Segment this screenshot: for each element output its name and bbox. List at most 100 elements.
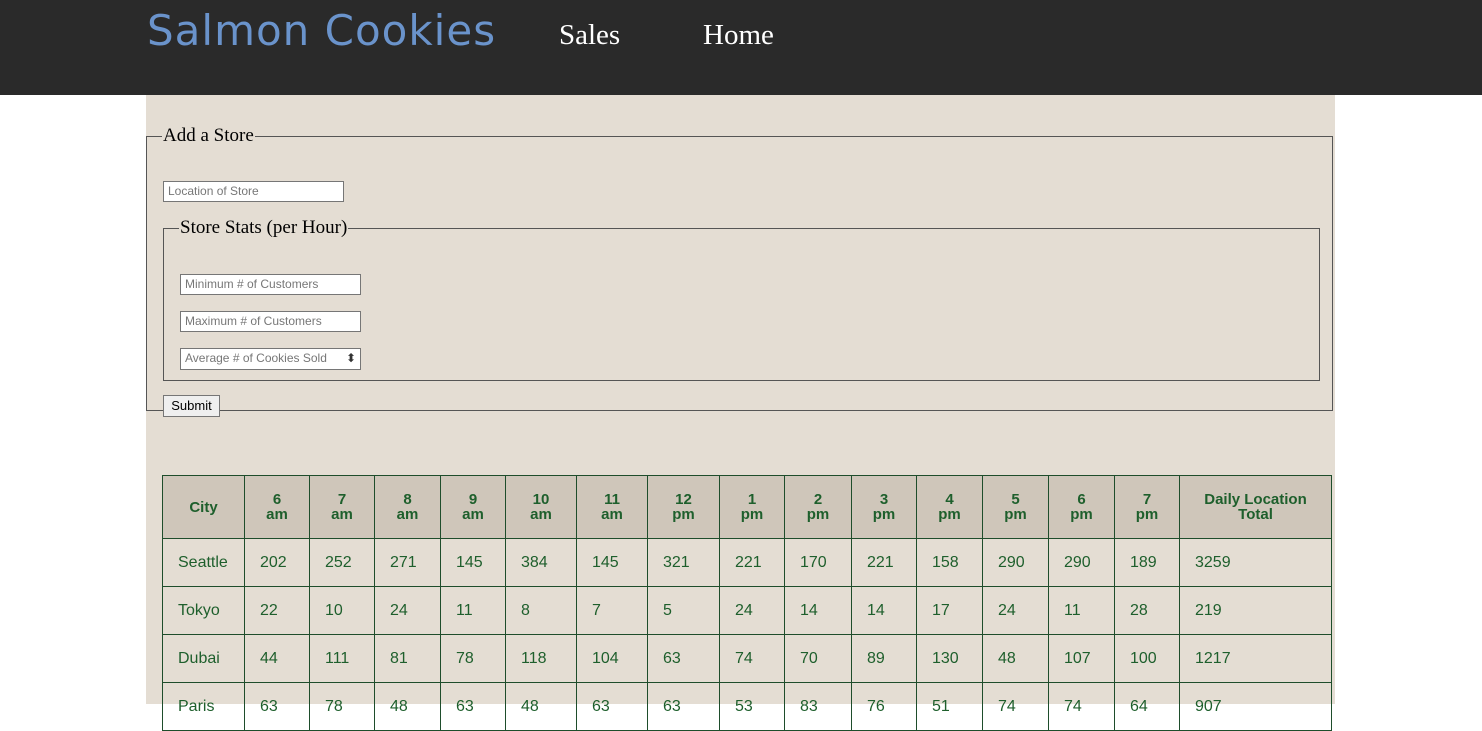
- sales-cell: 63: [647, 682, 720, 731]
- column-header-text: pm: [672, 506, 695, 523]
- sales-cell: 48: [982, 634, 1049, 683]
- sales-cell: 290: [982, 538, 1049, 587]
- column-header: 8 am: [374, 475, 441, 539]
- sales-cell: 145: [576, 538, 648, 587]
- sales-cell: 252: [309, 538, 375, 587]
- sales-cell: 48: [505, 682, 577, 731]
- location-input[interactable]: Location of Store: [163, 181, 344, 202]
- city-cell: Dubai: [162, 634, 245, 683]
- sales-cell: 14: [851, 586, 917, 635]
- sales-cell: 63: [244, 682, 310, 731]
- sales-cell: 74: [719, 634, 785, 683]
- avg-cookies-placeholder: Average # of Cookies Sold: [185, 351, 327, 365]
- sales-cell: 384: [505, 538, 577, 587]
- spinner-icon[interactable]: ⬍: [346, 351, 356, 366]
- table-header-row: City 6 am 7 am 8 am 9 am 10 am 11 am 12 pm 1 pm 2 pm 3 pm 4 pm…: [162, 475, 1332, 539]
- column-header-text: pm: [806, 506, 830, 523]
- main-content: Add a Store Location of Store Store Stat…: [146, 95, 1335, 731]
- sales-cell: 221: [719, 538, 785, 587]
- column-header: 7 am: [309, 475, 375, 539]
- column-header: 11 am: [576, 475, 648, 539]
- sales-cell: 3259: [1179, 538, 1332, 587]
- sales-cell: 76: [851, 682, 917, 731]
- sales-cell: 24: [719, 586, 785, 635]
- column-header-text: Total: [1238, 506, 1273, 523]
- min-customers-input[interactable]: Minimum # of Customers: [180, 274, 361, 295]
- column-header-text: am: [396, 506, 419, 523]
- column-header-text: pm: [938, 506, 961, 523]
- column-header-text: pm: [1135, 506, 1159, 523]
- store-stats-fieldset: Store Stats (per Hour) Minimum # of Cust…: [163, 217, 1320, 381]
- sales-cell: 63: [576, 682, 648, 731]
- sales-cell: 48: [374, 682, 441, 731]
- add-store-fieldset: Add a Store Location of Store Store Stat…: [146, 125, 1333, 417]
- column-header: 6 pm: [1048, 475, 1115, 539]
- sales-cell: 64: [1114, 682, 1180, 731]
- sales-cell: 290: [1048, 538, 1115, 587]
- column-header: 6 am: [244, 475, 310, 539]
- table-row: Paris 63 78 48 63 48 63 63 53 83 76 51 74 74 64 907: [162, 682, 1332, 731]
- sales-cell: 100: [1114, 634, 1180, 683]
- sales-cell: 11: [440, 586, 506, 635]
- sales-cell: 17: [916, 586, 983, 635]
- sales-cell: 89: [851, 634, 917, 683]
- sales-cell: 44: [244, 634, 310, 683]
- sales-cell: 219: [1179, 586, 1332, 635]
- column-header: 2 pm: [784, 475, 852, 539]
- add-store-legend: Add a Store: [163, 125, 254, 146]
- max-customers-input[interactable]: Maximum # of Customers: [180, 311, 361, 332]
- sales-cell: 24: [374, 586, 441, 635]
- sales-cell: 63: [440, 682, 506, 731]
- column-header: 3 pm: [851, 475, 917, 539]
- column-header: 9 am: [440, 475, 506, 539]
- sales-cell: 74: [982, 682, 1049, 731]
- sales-cell: 104: [576, 634, 648, 683]
- sales-cell: 107: [1048, 634, 1115, 683]
- store-stats-legend: Store Stats (per Hour): [180, 217, 348, 238]
- sales-cell: 11: [1048, 586, 1115, 635]
- sales-cell: 189: [1114, 538, 1180, 587]
- column-header: 12 pm: [647, 475, 720, 539]
- sales-cell: 14: [784, 586, 852, 635]
- sales-cell: 158: [916, 538, 983, 587]
- sales-cell: 111: [309, 634, 375, 683]
- sales-cell: 5: [647, 586, 720, 635]
- sales-cell: 321: [647, 538, 720, 587]
- sales-cell: 10: [309, 586, 375, 635]
- sales-cell: 74: [1048, 682, 1115, 731]
- column-header: 10 am: [505, 475, 577, 539]
- sales-cell: 7: [576, 586, 648, 635]
- column-header-text: am: [331, 506, 353, 523]
- sales-cell: 202: [244, 538, 310, 587]
- column-header: Daily Location Total: [1179, 475, 1332, 539]
- sales-cell: 63: [647, 634, 720, 683]
- avg-cookies-input[interactable]: Average # of Cookies Sold ⬍: [180, 348, 361, 370]
- submit-button[interactable]: Submit: [163, 395, 220, 417]
- sales-cell: 78: [440, 634, 506, 683]
- nav-link-sales[interactable]: Sales: [559, 19, 620, 52]
- column-header-text: pm: [1070, 506, 1093, 523]
- sales-cell: 24: [982, 586, 1049, 635]
- column-header-text: am: [601, 506, 623, 523]
- city-cell: Paris: [162, 682, 245, 731]
- column-header-text: am: [530, 506, 552, 523]
- sales-cell: 130: [916, 634, 983, 683]
- sales-cell: 70: [784, 634, 852, 683]
- sales-cell: 271: [374, 538, 441, 587]
- column-header-text: City: [189, 498, 218, 516]
- column-header-text: am: [266, 506, 288, 523]
- column-header: 7 pm: [1114, 475, 1180, 539]
- nav-link-home[interactable]: Home: [703, 19, 774, 52]
- sales-cell: 170: [784, 538, 852, 587]
- brand-logo[interactable]: Salmon Cookies: [147, 6, 496, 55]
- column-header: 1 pm: [719, 475, 785, 539]
- sales-cell: 83: [784, 682, 852, 731]
- sales-cell: 28: [1114, 586, 1180, 635]
- table-row: Seattle 202 252 271 145 384 145 321 221 170 221 158…: [162, 538, 1332, 587]
- column-header: 5 pm: [982, 475, 1049, 539]
- sales-cell: 8: [505, 586, 577, 635]
- column-header-text: am: [462, 506, 484, 523]
- sales-cell: 118: [505, 634, 577, 683]
- sales-cell: 81: [374, 634, 441, 683]
- column-header: City: [162, 475, 245, 539]
